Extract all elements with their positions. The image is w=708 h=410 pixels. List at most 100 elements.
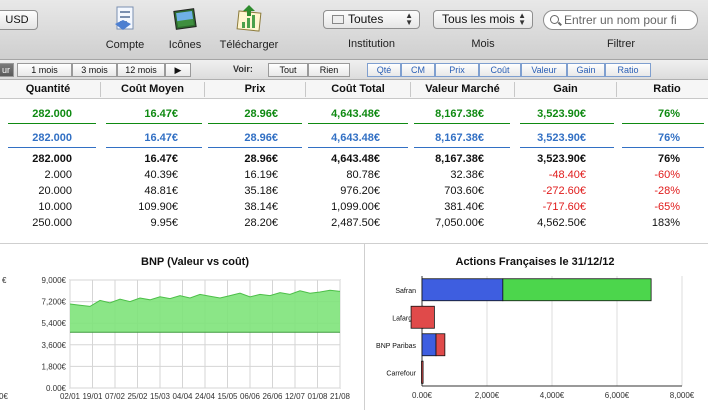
table-row[interactable]: 20.000 48.81€ 35.18€ 976.20€ 703.60€ -272.60€…: [0, 184, 708, 200]
y-tick-label: 9,000€: [42, 276, 67, 285]
cell-cout-total: 4,643.48€: [331, 108, 380, 120]
y-tick-label: 3,600€: [42, 341, 67, 350]
cell-quantite: 282.000: [32, 108, 72, 120]
x-tick-label: 01/08: [307, 392, 328, 401]
table-row[interactable]: 10.000 109.90€ 38.14€ 1,099.00€ 381.40€ -717.…: [0, 200, 708, 216]
x-tick-label: 04/04: [172, 392, 193, 401]
telecharger-label: Télécharger: [219, 39, 279, 51]
voir-rien-button[interactable]: Rien: [308, 63, 350, 77]
toggle-valeur[interactable]: Valeur: [521, 63, 567, 77]
table-row[interactable]: 282.000 16.47€ 28.96€ 4,643.48€ 8,167.38€ 3,5…: [0, 107, 708, 123]
header-quantite[interactable]: Quantité: [0, 83, 96, 95]
table-header: Quantité Coût Moyen Prix Coût Total Vale…: [0, 80, 708, 99]
table-row[interactable]: 282.000 16.47€ 28.96€ 4,643.48€ 8,167.38€ 3,5…: [0, 131, 708, 147]
institution-label: Institution: [347, 38, 396, 50]
compte-icon: [115, 6, 134, 30]
search-placeholder: Entrer un nom pour fi: [564, 13, 677, 27]
voir-tout-button[interactable]: Tout: [268, 63, 308, 77]
category-label: Carrefour: [386, 370, 416, 377]
institution-popup[interactable]: Toutes ▲ ▼: [323, 10, 420, 29]
x-tick-label: 19/01: [82, 392, 103, 401]
toggle-gain[interactable]: Gain: [567, 63, 605, 77]
icones-button[interactable]: Icônes: [164, 4, 206, 51]
cell-cout-total: 4,643.48€: [331, 153, 380, 165]
toggle-prix[interactable]: Prix: [435, 63, 479, 77]
range-button-12m[interactable]: 12 mois: [117, 63, 165, 77]
cell-prix: 28.20€: [244, 217, 278, 229]
cell-gain: -272.60€: [542, 185, 586, 197]
cell-cout-moyen: 16.47€: [144, 108, 178, 120]
header-prix[interactable]: Prix: [205, 83, 305, 95]
header-cout-moyen[interactable]: Coût Moyen: [101, 83, 204, 95]
x-tick-label: 07/02: [105, 392, 126, 401]
x-tick-label: 15/03: [150, 392, 171, 401]
cell-prix: 28.96€: [244, 132, 278, 144]
cell-prix: 38.14€: [244, 201, 278, 213]
range-button-1m[interactable]: 1 mois: [17, 63, 72, 77]
row-underline: [520, 123, 614, 124]
compte-button[interactable]: Compte: [104, 4, 146, 51]
table-row[interactable]: 282.000 16.47€ 28.96€ 4,643.48€ 8,167.38€ 3,5…: [0, 152, 708, 168]
toolbar: USD Compte Icônes Télécharger Toutes ▲ ▼…: [0, 0, 708, 60]
cell-gain: -717.60€: [542, 201, 586, 213]
header-gain[interactable]: Gain: [515, 83, 616, 95]
popup-arrows-icon: ▲ ▼: [405, 11, 413, 27]
actions-chart-title: Actions Françaises le 31/12/12: [455, 256, 615, 268]
cell-cout-moyen: 109.90€: [138, 201, 178, 213]
table-row[interactable]: 250.000 9.95€ 28.20€ 2,487.50€ 7,050.00€ 4,56…: [0, 216, 708, 232]
bnp-chart-title: BNP (Valeur vs coût): [141, 256, 249, 268]
period-popup[interactable]: Tous les mois ▲ ▼: [433, 10, 533, 29]
loss-bar: [410, 305, 435, 329]
icones-label: Icônes: [168, 39, 202, 51]
cell-valeur-marche: 381.40€: [444, 201, 484, 213]
x-tick-label: 2,000€: [475, 391, 500, 400]
table-row[interactable]: 2.000 40.39€ 16.19€ 80.78€ 32.38€ -48.40€ -60%: [0, 168, 708, 184]
header-cout-total[interactable]: Coût Total: [306, 83, 410, 95]
cell-cout-total: 2,487.50€: [331, 217, 380, 229]
voir-label: Voir:: [233, 64, 253, 74]
period-value: Tous les mois: [442, 12, 515, 26]
cell-cout-moyen: 40.39€: [144, 169, 178, 181]
row-underline: [414, 147, 510, 148]
telecharger-button[interactable]: Télécharger: [218, 4, 280, 51]
cell-quantite: 2.000: [44, 169, 72, 181]
x-tick-label: 0.00€: [412, 391, 433, 400]
toggle-qte[interactable]: Qté: [367, 63, 401, 77]
search-field[interactable]: Entrer un nom pour fi: [543, 10, 698, 30]
cell-prix: 16.19€: [244, 169, 278, 181]
header-valeur-marche[interactable]: Valeur Marché: [411, 83, 514, 95]
cell-ratio: 76%: [657, 132, 680, 144]
cell-ratio: -28%: [654, 185, 680, 197]
row-underline: [106, 147, 202, 148]
row-underline: [622, 123, 704, 124]
cell-prix: 28.96€: [244, 108, 278, 120]
cell-cout-moyen: 16.47€: [144, 132, 178, 144]
toggle-ratio[interactable]: Ratio: [605, 63, 651, 77]
row-underline: [8, 147, 96, 148]
cell-cout-total: 976.20€: [340, 185, 380, 197]
header-ratio[interactable]: Ratio: [617, 83, 708, 95]
next-button[interactable]: ▶: [165, 63, 191, 77]
cell-quantite: 20.000: [38, 185, 72, 197]
gain-bar: [502, 278, 652, 302]
y-tick-label: 7,200€: [42, 298, 67, 307]
search-icon: [550, 15, 559, 24]
cell-gain: -48.40€: [548, 169, 586, 181]
toggle-cout[interactable]: Coût: [479, 63, 521, 77]
range-button-3m[interactable]: 3 mois: [72, 63, 117, 77]
cell-valeur-marche: 8,167.38€: [435, 153, 484, 165]
currency-button[interactable]: USD: [0, 10, 38, 30]
cell-prix: 28.96€: [244, 153, 278, 165]
toggle-cm[interactable]: CM: [401, 63, 435, 77]
x-tick-label: 15/05: [217, 392, 238, 401]
x-tick-label: 24/04: [195, 392, 216, 401]
cell-valeur-marche: 8,167.38€: [435, 132, 484, 144]
cell-ratio: -65%: [654, 201, 680, 213]
row-underline: [208, 123, 302, 124]
cell-quantite: 282.000: [32, 153, 72, 165]
cell-valeur-marche: 8,167.38€: [435, 108, 484, 120]
range-button-year[interactable]: ur: [0, 63, 14, 77]
category-label: BNP Paribas: [376, 343, 416, 350]
cell-gain: 3,523.90€: [537, 132, 586, 144]
x-tick-label: 06/06: [240, 392, 261, 401]
